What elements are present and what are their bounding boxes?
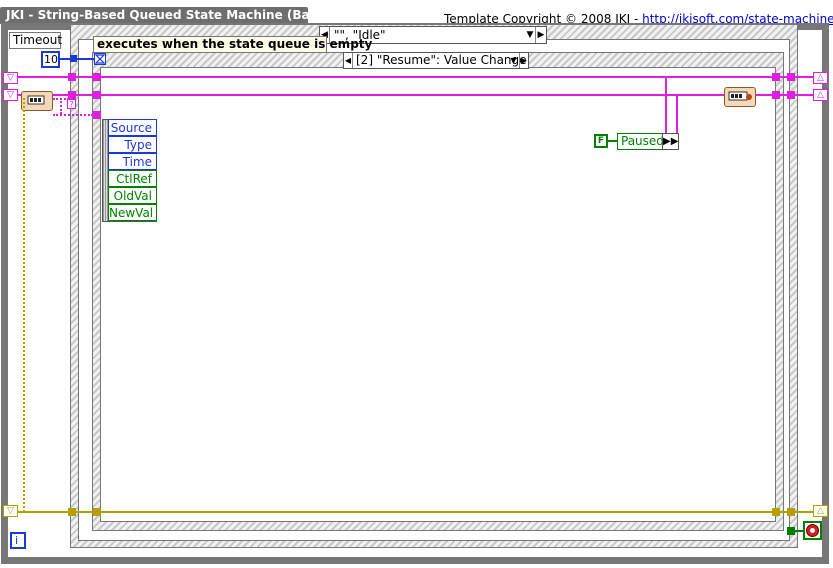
tunnel-event-right-top [772,73,780,81]
event-terminal-time[interactable]: Time [108,153,157,170]
stop-condition-tunnel [787,527,795,535]
error-tunnel-case-right [787,508,795,516]
iteration-terminal-label: i [15,534,19,547]
hourglass-icon [94,53,106,65]
stop-condition-terminal[interactable] [803,521,822,540]
timeout-label-text: Timeout [13,33,63,47]
error-shift-register-left[interactable]: ▽ [3,505,18,517]
event-case-selector[interactable]: ◀ [2] "Resume": Value Change ▼ ▶ [343,52,529,69]
error-cluster-wire [18,511,814,513]
timeout-wire [60,58,94,60]
stop-condition-wire [795,530,803,532]
event-structure[interactable] [92,52,784,531]
wire-vi-vertical [60,98,62,114]
timeout-value: 10 [44,53,58,66]
question-mark-terminal: ? [67,99,76,109]
error-cluster-wire-vertical [23,98,25,512]
event-terminal-oldval[interactable]: OldVal [108,187,157,204]
event-terminal-newval[interactable]: NewVal [108,204,157,221]
state-queue-wire-top [18,76,814,78]
event-case-label: [2] "Resume": Value Change [356,53,527,67]
state-comment-text: executes when the state queue is empty [97,37,373,51]
paused-label: Paused [621,134,664,148]
timeout-constant[interactable]: 10 [41,51,60,68]
iteration-terminal[interactable]: i [10,532,26,549]
tunnel-case-right-bottom [787,91,795,99]
error-tunnel-case-left [68,508,76,516]
window-title: JKI - String-Based Queued State Machine … [6,8,367,22]
queue-icon [27,95,45,105]
event-terminal-source[interactable]: Source [108,119,157,136]
stop-sign-icon [806,524,819,537]
false-constant[interactable]: F [594,134,608,148]
event-selector-dropdown-arrow[interactable]: ▼ [509,53,518,68]
state-comment[interactable]: executes when the state queue is empty [93,36,372,53]
shift-register-right-top[interactable]: △ [813,72,828,84]
error-tunnel-event-right [772,508,780,516]
error-shift-register-right[interactable]: △ [813,505,828,517]
event-selector-next-arrow[interactable]: ▶ [519,53,528,68]
event-terminal-type[interactable]: Type [108,136,157,153]
case-selector-next-arrow[interactable]: ▶ [535,27,546,43]
event-terminal-ctlref[interactable]: CtlRef [108,170,157,187]
tunnel-case-left-bottom [68,91,76,99]
tunnel-event-left-bottom [93,91,101,99]
shift-register-left-bottom[interactable]: ▽ [3,89,18,101]
tunnel-case-right-top [787,73,795,81]
error-tunnel-event-left [93,508,101,516]
window-title-tab: JKI - String-Based Queued State Machine … [0,7,367,24]
event-data-terminals: Source Type Time CtlRef OldVal NewVal [108,119,157,222]
timeout-wire-node [70,55,77,62]
wire-drop-a [665,76,667,136]
event-selector-prev-arrow[interactable]: ◀ [344,53,353,68]
wire-drop-b [676,94,678,136]
build-state-queue-vi[interactable] [724,87,756,107]
queue-build-icon [728,91,752,101]
wire-vi-to-tunnel-lower [53,114,93,116]
tunnel-case-left-top [68,73,76,81]
tunnel-event-left-lower [93,111,101,119]
shift-register-left-top[interactable]: ▽ [3,72,18,84]
false-constant-text: F [597,136,605,146]
property-node-arrow-icon: ▶▶ [662,133,679,150]
tunnel-event-right-bottom [772,91,780,99]
paused-local-variable[interactable]: Paused [617,133,664,150]
parse-state-queue-vi[interactable] [21,91,53,111]
case-selector-dropdown-arrow[interactable]: ▼ [525,27,535,43]
state-queue-wire-bottom [18,94,814,96]
timeout-label: Timeout [9,32,63,49]
shift-register-right-bottom[interactable]: △ [813,89,828,101]
tunnel-event-left-top [93,73,101,81]
